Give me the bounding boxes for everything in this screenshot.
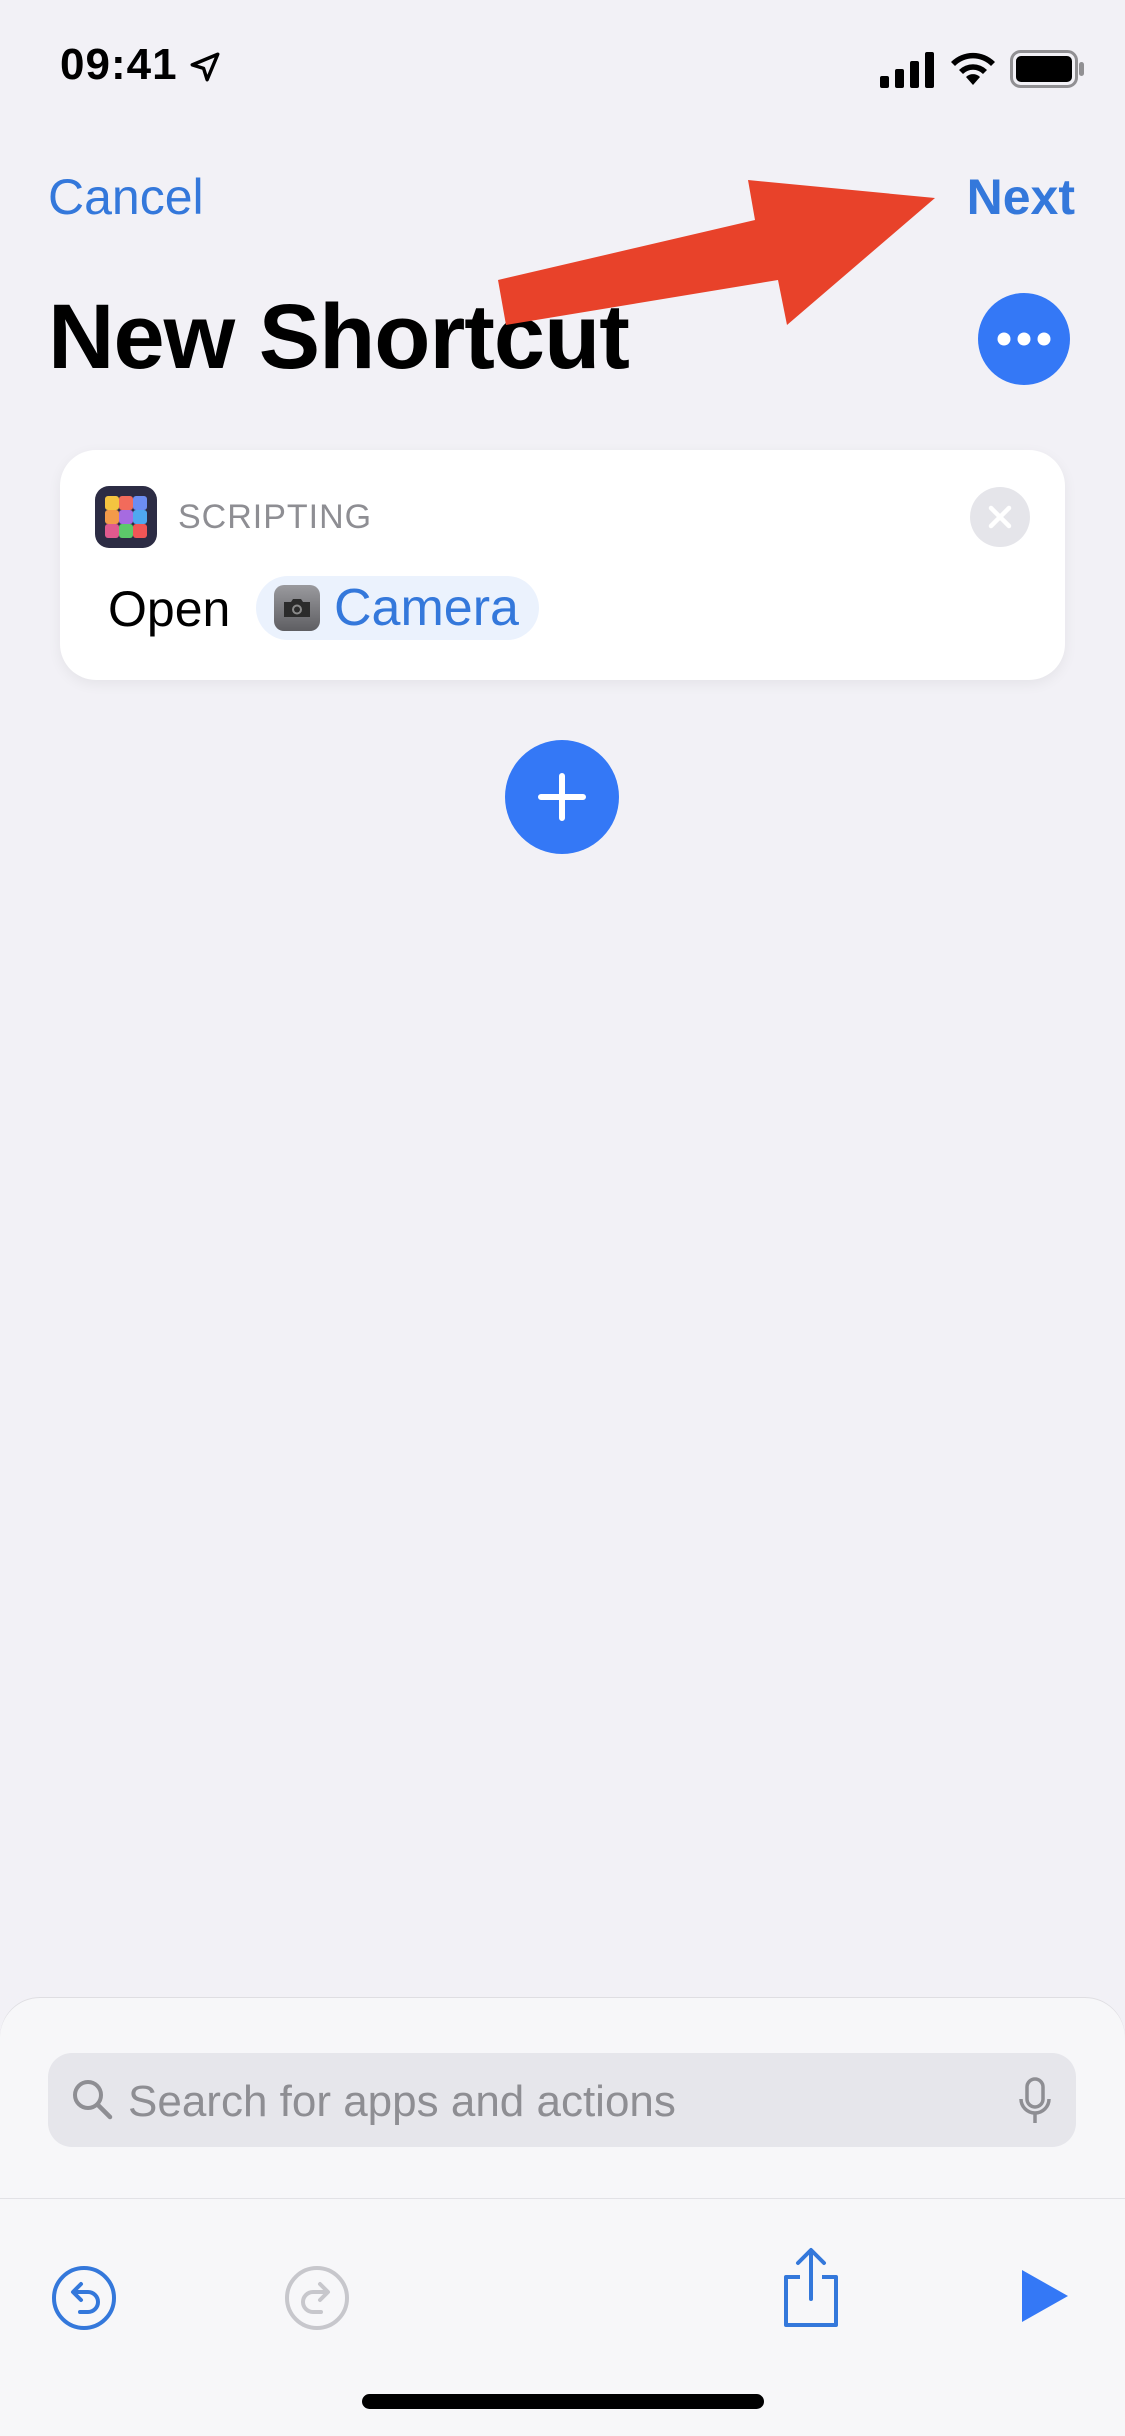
action-verb-label: Open — [108, 581, 231, 637]
status-bar: 09:41 — [0, 0, 1125, 140]
microphone-icon[interactable] — [1018, 2077, 1052, 2125]
close-icon — [988, 505, 1012, 529]
app-parameter-token[interactable]: Camera — [256, 576, 539, 640]
wifi-icon — [951, 52, 995, 85]
add-action-button[interactable] — [505, 740, 619, 854]
ellipsis-icon — [997, 332, 1051, 346]
undo-icon[interactable] — [50, 2264, 118, 2332]
more-options-button[interactable] — [978, 293, 1070, 385]
redo-icon[interactable] — [283, 2264, 351, 2332]
annotation-arrow-icon — [498, 180, 935, 325]
remove-action-button[interactable] — [970, 487, 1030, 547]
plus-icon — [538, 773, 586, 821]
play-icon[interactable] — [1018, 2267, 1070, 2325]
status-time: 09:41 — [60, 40, 178, 89]
camera-icon — [274, 585, 320, 631]
shortcut-editor-screen: 09:41 Cancel Next New Shortcut SCRIPTING… — [0, 0, 1125, 2436]
search-placeholder: Search for apps and actions — [128, 2077, 676, 2126]
action-card[interactable]: SCRIPTING Open Camera — [60, 450, 1065, 680]
next-button[interactable]: Next — [967, 168, 1075, 226]
scripting-app-icon — [95, 486, 157, 548]
share-icon[interactable] — [778, 2245, 844, 2329]
home-indicator — [362, 2394, 764, 2409]
cancel-button[interactable]: Cancel — [48, 168, 204, 226]
search-bar[interactable]: Search for apps and actions — [48, 2053, 1076, 2147]
cellular-signal-icon — [880, 52, 934, 88]
action-category-label: SCRIPTING — [178, 498, 373, 536]
location-arrow-icon — [190, 52, 220, 82]
action-search-sheet: Search for apps and actions — [0, 1998, 1125, 2436]
app-token-label: Camera — [334, 579, 519, 637]
search-icon — [73, 2080, 113, 2120]
battery-icon — [1010, 50, 1084, 88]
